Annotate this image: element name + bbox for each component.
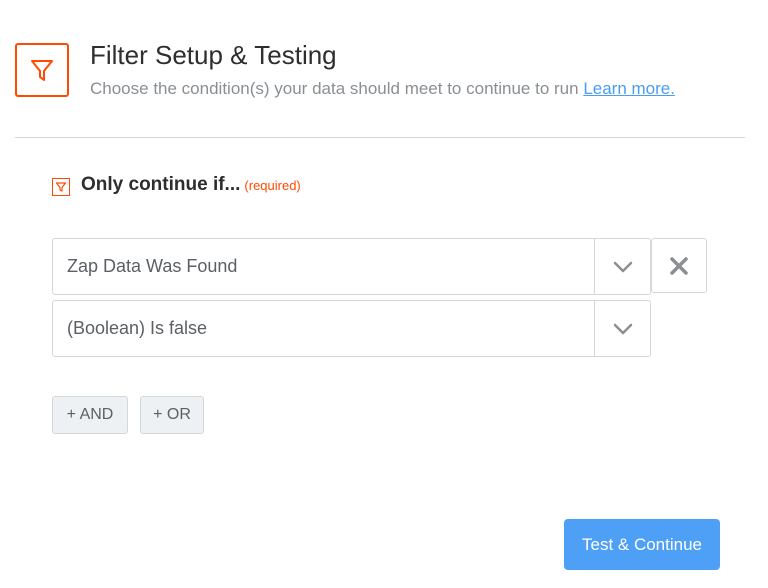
- field-select-toggle[interactable]: [594, 239, 650, 294]
- filter-icon-box: [15, 43, 69, 97]
- operator-select-toggle[interactable]: [594, 301, 650, 356]
- header-divider: [15, 137, 745, 138]
- add-or-button[interactable]: + OR: [140, 396, 204, 434]
- page-title: Filter Setup & Testing: [90, 40, 337, 70]
- add-and-button[interactable]: + AND: [52, 396, 128, 434]
- section-filter-icon-box: [52, 178, 70, 196]
- page-subtitle: Choose the condition(s) your data should…: [90, 79, 675, 99]
- section-heading-text: Only continue if...: [81, 174, 241, 195]
- chevron-down-icon: [613, 323, 632, 334]
- operator-select[interactable]: (Boolean) Is false: [52, 300, 651, 357]
- filter-icon: [31, 60, 53, 81]
- remove-condition-button[interactable]: [651, 238, 707, 293]
- subtitle-text: Choose the condition(s) your data should…: [90, 79, 579, 98]
- close-icon: [670, 256, 688, 275]
- test-and-continue-button[interactable]: Test & Continue: [564, 519, 720, 570]
- chevron-down-icon: [613, 261, 632, 272]
- operator-select-value: (Boolean) Is false: [67, 318, 208, 338]
- learn-more-link[interactable]: Learn more.: [583, 79, 675, 98]
- field-select[interactable]: Zap Data Was Found: [52, 238, 651, 295]
- required-label: (required): [244, 178, 301, 193]
- section-heading: Only continue if... (required): [81, 174, 301, 196]
- field-select-value: Zap Data Was Found: [67, 256, 238, 276]
- filter-icon: [55, 182, 67, 192]
